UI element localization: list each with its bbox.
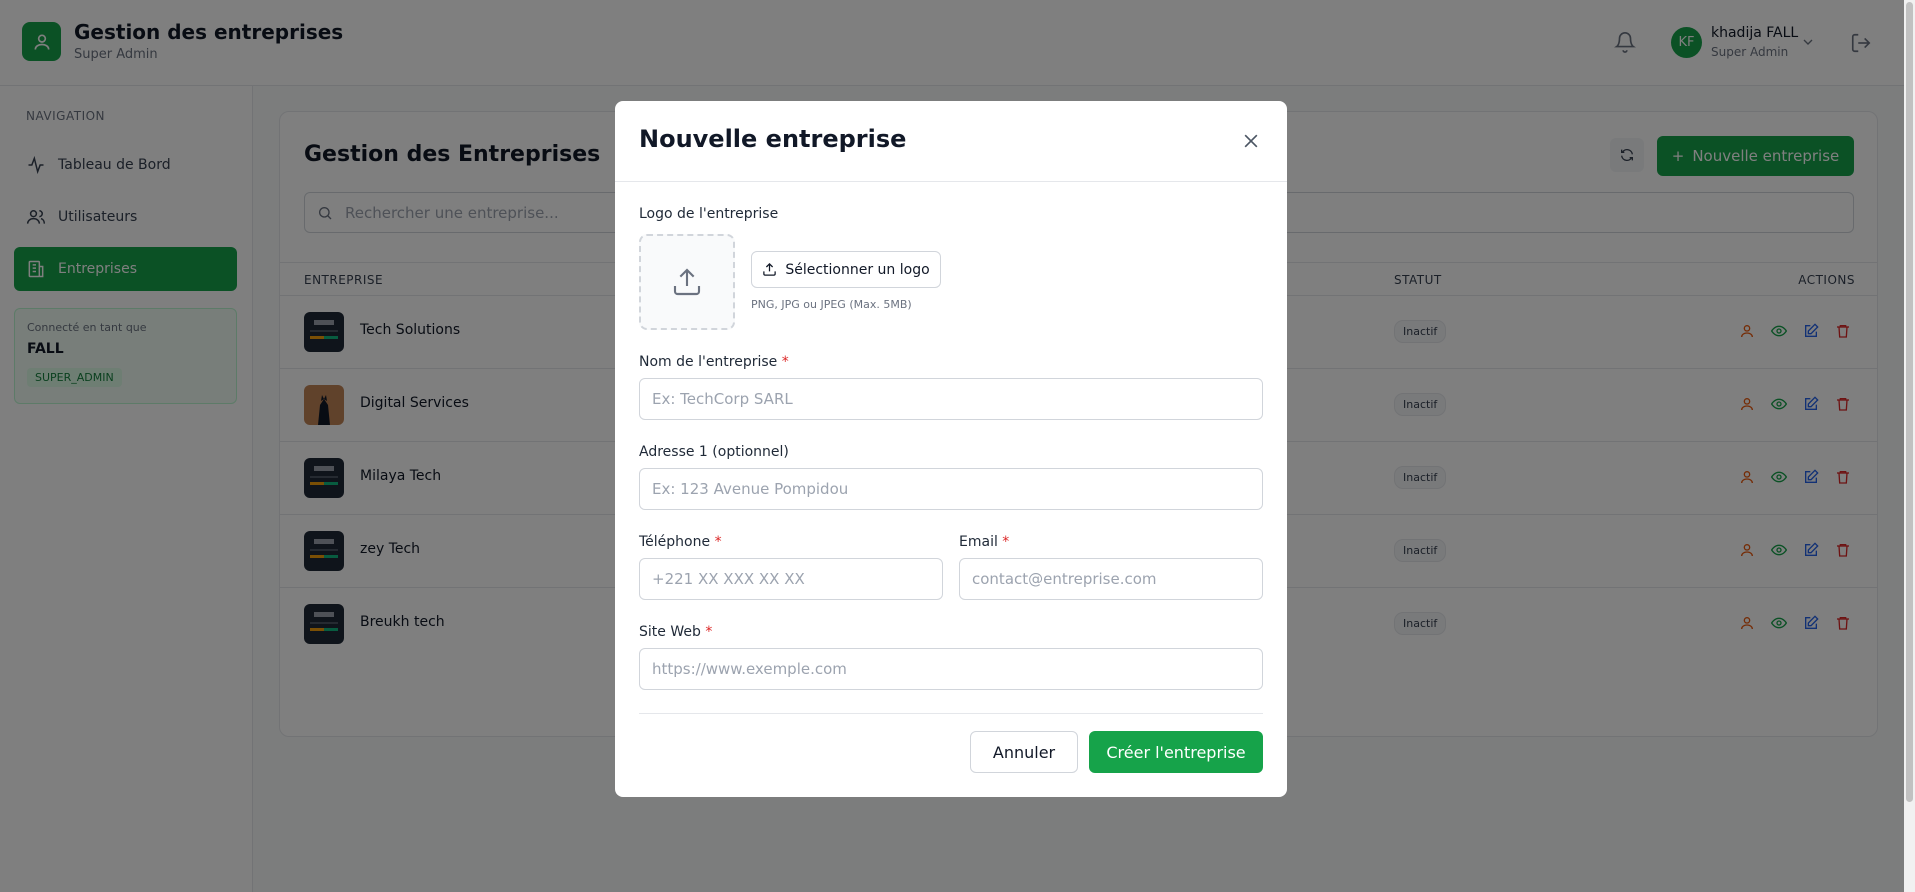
- upload-icon: [763, 262, 777, 276]
- divider: [639, 713, 1263, 714]
- website-field[interactable]: [639, 648, 1263, 690]
- cancel-button[interactable]: Annuler: [970, 731, 1078, 773]
- required-mark: *: [714, 534, 722, 550]
- close-icon[interactable]: [1241, 131, 1261, 151]
- email-label-text: Email: [959, 534, 998, 550]
- email-label: Email *: [959, 534, 1009, 550]
- modal-title: Nouvelle entreprise: [639, 125, 907, 153]
- scrollbar-thumb[interactable]: [1906, 2, 1913, 802]
- address-label: Adresse 1 (optionnel): [639, 444, 789, 460]
- logo-hint: PNG, JPG ou JPEG (Max. 5MB): [751, 298, 912, 311]
- name-label-text: Nom de l'entreprise: [639, 354, 778, 370]
- select-logo-label: Sélectionner un logo: [785, 261, 930, 278]
- scrollbar[interactable]: [1904, 0, 1915, 892]
- select-logo-button[interactable]: Sélectionner un logo: [751, 251, 941, 288]
- required-mark: *: [1002, 534, 1010, 550]
- address-field[interactable]: [639, 468, 1263, 510]
- divider: [615, 181, 1287, 182]
- new-entreprise-modal: Nouvelle entreprise Logo de l'entreprise…: [615, 101, 1287, 797]
- phone-label-text: Téléphone: [639, 534, 711, 550]
- required-mark: *: [705, 624, 713, 640]
- logo-dropzone[interactable]: [639, 234, 735, 330]
- phone-label: Téléphone *: [639, 534, 722, 550]
- upload-icon: [673, 268, 701, 296]
- logo-label: Logo de l'entreprise: [639, 206, 779, 222]
- website-label: Site Web *: [639, 624, 712, 640]
- create-entreprise-button[interactable]: Créer l'entreprise: [1089, 731, 1263, 773]
- required-mark: *: [781, 354, 789, 370]
- email-field[interactable]: [959, 558, 1263, 600]
- phone-field[interactable]: [639, 558, 943, 600]
- entreprise-name-field[interactable]: [639, 378, 1263, 420]
- website-label-text: Site Web: [639, 624, 701, 640]
- name-label: Nom de l'entreprise *: [639, 354, 789, 370]
